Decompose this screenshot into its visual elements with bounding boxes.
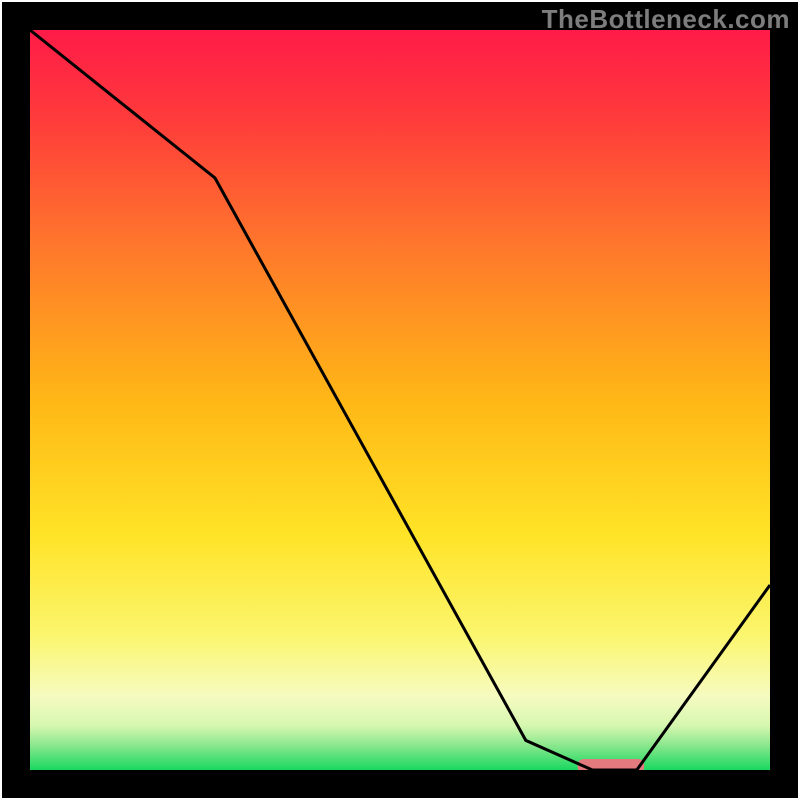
chart-container: TheBottleneck.com (0, 0, 800, 800)
plot-background (30, 30, 770, 770)
watermark-text: TheBottleneck.com (542, 4, 790, 35)
bottleneck-chart (0, 0, 800, 800)
